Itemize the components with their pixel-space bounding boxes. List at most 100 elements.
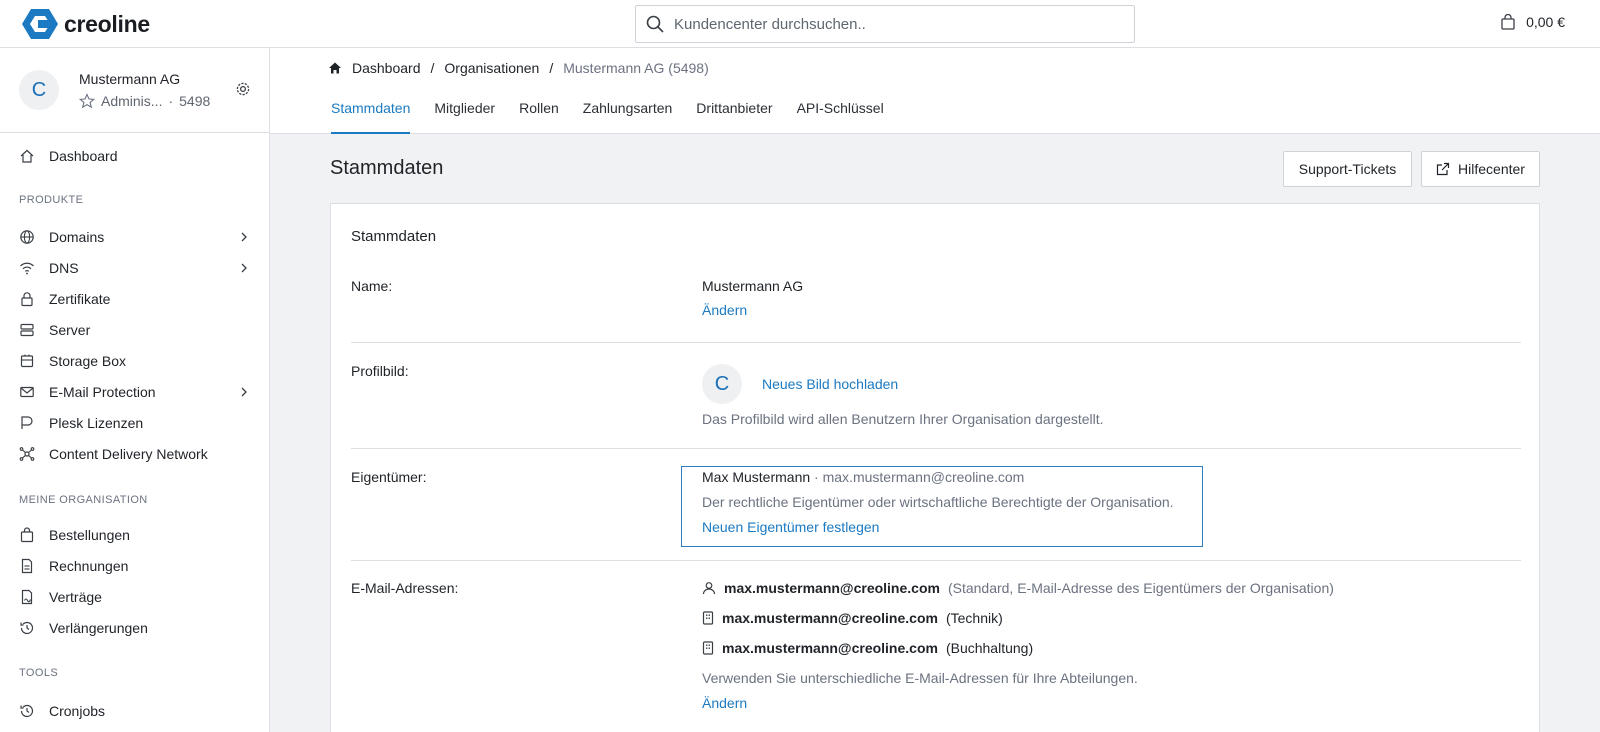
page-title: Stammdaten — [330, 157, 444, 179]
history-icon — [19, 620, 35, 636]
cart-amount: 0,00 € — [1526, 14, 1565, 30]
external-link-icon — [1436, 162, 1450, 176]
sidebar-item-dns[interactable]: DNS — [0, 253, 269, 283]
star-icon[interactable] — [79, 93, 95, 109]
lock-icon — [19, 291, 35, 307]
sidebar-item-email-protection[interactable]: E-Mail Protection — [0, 377, 269, 407]
sidebar-item-verlaengerungen[interactable]: Verlängerungen — [0, 613, 269, 643]
box-icon — [19, 353, 35, 369]
sidebar-item-label: E-Mail Protection — [49, 384, 156, 400]
sidebar-item-label: DNS — [49, 260, 79, 276]
sidebar-item-server[interactable]: Server — [0, 315, 269, 345]
chevron-right-icon — [241, 387, 247, 397]
org-role: Adminis... — [101, 93, 163, 109]
email-address: max.mustermann@creoline.com — [724, 580, 940, 596]
sidebar-item-label: Plesk Lizenzen — [49, 415, 144, 431]
breadcrumb-organisationen[interactable]: Organisationen — [444, 60, 539, 76]
divider — [351, 342, 1521, 343]
change-emails-link[interactable]: Ändern — [702, 695, 747, 711]
sidebar-item-label: Verträge — [49, 589, 102, 605]
bag-icon — [19, 527, 35, 543]
breadcrumb-current: Mustermann AG (5498) — [563, 60, 709, 76]
network-icon — [19, 446, 35, 462]
cron-icon — [19, 703, 35, 719]
org-id: 5498 — [179, 93, 211, 109]
name-label: Name: — [351, 278, 393, 294]
support-tickets-button[interactable]: Support-Tickets — [1283, 151, 1412, 187]
main-header: Dashboard / Organisationen / Mustermann … — [270, 48, 1600, 134]
change-name-link[interactable]: Ändern — [702, 302, 747, 318]
sidebar-item-label: Cronjobs — [49, 703, 106, 719]
tab-drittanbieter[interactable]: Drittanbieter — [696, 94, 772, 134]
building-icon — [702, 641, 714, 655]
search-box[interactable] — [635, 5, 1135, 43]
hilfecenter-button[interactable]: Hilfecenter — [1421, 151, 1540, 187]
home-icon[interactable] — [328, 61, 342, 75]
logo-mark-icon — [22, 9, 58, 39]
upload-image-link[interactable]: Neues Bild hochladen — [762, 376, 898, 392]
cart-button[interactable]: 0,00 € — [1500, 14, 1565, 30]
email-note: (Technik) — [945, 610, 1003, 626]
breadcrumb-separator: / — [549, 60, 554, 76]
email-item-technik: max.mustermann@creoline.com (Technik) — [702, 610, 1003, 626]
set-new-owner-link[interactable]: Neuen Eigentümer festlegen — [702, 519, 879, 535]
breadcrumb-dashboard[interactable]: Dashboard — [352, 60, 421, 76]
search-icon — [646, 15, 664, 33]
sidebar-item-rechnungen[interactable]: Rechnungen — [0, 551, 269, 581]
search-input[interactable] — [674, 15, 1114, 33]
profile-hint: Das Profilbild wird allen Benutzern Ihre… — [702, 411, 1104, 427]
sidebar-item-storage-box[interactable]: Storage Box — [0, 346, 269, 376]
owner-label: Eigentümer: — [351, 469, 427, 485]
tab-rollen[interactable]: Rollen — [519, 94, 559, 134]
sidebar-item-label: Zertifikate — [49, 291, 111, 307]
invoice-icon — [19, 558, 35, 574]
logo-text: creoline — [64, 10, 150, 37]
email-address: max.mustermann@creoline.com — [722, 640, 938, 656]
sidebar-item-label: Bestellungen — [49, 527, 130, 543]
sidebar-item-label: Verlängerungen — [49, 620, 148, 636]
name-value: Mustermann AG — [702, 278, 804, 294]
owner-email: max.mustermann@creoline.com — [822, 469, 1025, 485]
chevron-right-icon — [241, 232, 247, 242]
email-note: (Buchhaltung) — [945, 640, 1034, 656]
tab-api-schluessel[interactable]: API-Schlüssel — [797, 94, 884, 134]
tab-mitglieder[interactable]: Mitglieder — [434, 94, 495, 134]
gear-icon[interactable] — [235, 81, 251, 97]
user-icon — [702, 582, 716, 595]
tab-zahlungsarten[interactable]: Zahlungsarten — [583, 94, 673, 134]
sidebar-item-label: Storage Box — [49, 353, 127, 369]
sidebar-item-zertifikate[interactable]: Zertifikate — [0, 284, 269, 314]
owner-line: Max Mustermann · max.mustermann@creoline… — [702, 469, 1024, 485]
sidebar-item-label: Content Delivery Network — [49, 446, 208, 462]
sidebar-item-label: Server — [49, 322, 91, 338]
tab-bar: Stammdaten Mitglieder Rollen Zahlungsart… — [331, 94, 884, 134]
org-meta: Adminis... · 5498 — [79, 93, 210, 109]
tab-stammdaten[interactable]: Stammdaten — [331, 94, 411, 134]
shopping-bag-icon — [1501, 14, 1515, 30]
section-organisation: MEINE ORGANISATION — [19, 494, 148, 506]
server-icon — [19, 322, 35, 338]
profile-label: Profilbild: — [351, 363, 409, 379]
sidebar-item-bestellungen[interactable]: Bestellungen — [0, 520, 269, 550]
wifi-icon — [19, 260, 35, 276]
breadcrumb-separator: / — [430, 60, 435, 76]
owner-hint: Der rechtliche Eigentümer oder wirtschaf… — [702, 494, 1174, 510]
mail-icon — [19, 384, 35, 400]
org-switcher[interactable]: C Mustermann AG Adminis... · 5498 — [0, 48, 269, 133]
card-title: Stammdaten — [351, 228, 437, 245]
divider — [351, 560, 1521, 561]
sidebar-item-dashboard[interactable]: Dashboard — [0, 141, 269, 171]
org-meta-dot: · — [168, 93, 174, 109]
emails-label: E-Mail-Adressen: — [351, 580, 459, 596]
creoline-logo[interactable]: creoline — [22, 8, 150, 40]
contract-icon — [19, 589, 35, 605]
sidebar-item-label: Rechnungen — [49, 558, 129, 574]
sidebar-item-domains[interactable]: Domains — [0, 222, 269, 252]
owner-dot: · — [814, 469, 819, 485]
section-tools: TOOLS — [19, 667, 59, 679]
sidebar-item-plesk-lizenzen[interactable]: Plesk Lizenzen — [0, 408, 269, 438]
sidebar-item-cronjobs[interactable]: Cronjobs — [0, 696, 269, 726]
sidebar-item-cdn[interactable]: Content Delivery Network — [0, 439, 269, 469]
owner-name: Max Mustermann — [702, 469, 811, 485]
sidebar-item-vertraege[interactable]: Verträge — [0, 582, 269, 612]
